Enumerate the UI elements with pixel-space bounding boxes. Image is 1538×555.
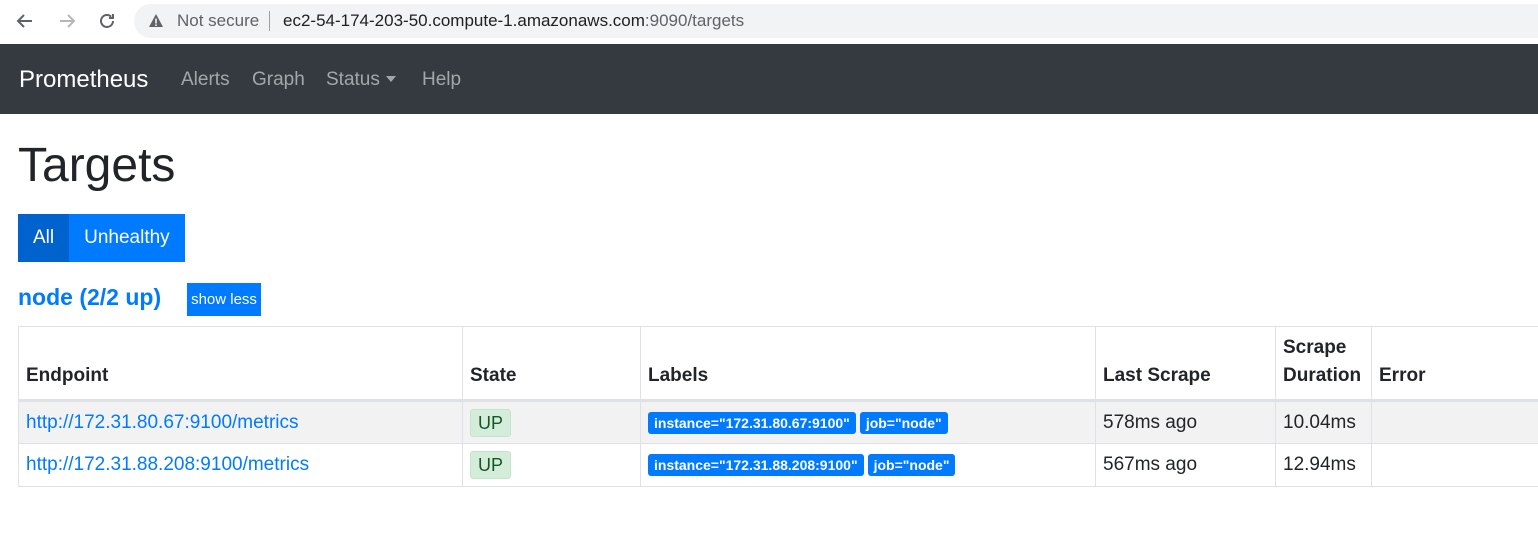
label-badge-job: job="node" bbox=[859, 411, 948, 434]
url-path: :9090/targets bbox=[644, 11, 745, 30]
nav-help[interactable]: Help bbox=[422, 69, 461, 91]
nav-alerts[interactable]: Alerts bbox=[181, 69, 230, 91]
reload-icon bbox=[100, 14, 114, 28]
state-badge: UP bbox=[470, 408, 512, 437]
endpoint-cell: http://172.31.88.208:9100/metrics bbox=[18, 443, 463, 487]
url-host: ec2-54-174-203-50.compute-1.amazonaws.co… bbox=[283, 11, 645, 30]
state-cell: UP bbox=[462, 400, 641, 444]
filter-all-button[interactable]: All bbox=[18, 214, 70, 262]
targets-table: Endpoint State Labels Last Scrape Scrape… bbox=[18, 326, 1538, 487]
browser-toolbar: Not secure ec2-54-174-203-50.compute-1.a… bbox=[0, 0, 1538, 44]
nav-status-label: Status bbox=[326, 69, 380, 90]
endpoint-link[interactable]: http://172.31.80.67:9100/metrics bbox=[26, 412, 299, 433]
filter-unhealthy-button[interactable]: Unhealthy bbox=[69, 214, 185, 262]
error-cell bbox=[1371, 443, 1538, 487]
address-divider bbox=[269, 11, 270, 31]
label-badge-instance: instance="172.31.80.67:9100" bbox=[648, 411, 856, 434]
labels-cell: instance="172.31.80.67:9100" job="node" bbox=[640, 400, 1096, 444]
nav-status[interactable]: Status bbox=[326, 69, 396, 91]
security-status: Not secure bbox=[177, 11, 260, 30]
arrow-left-icon bbox=[16, 14, 32, 28]
top-navbar: Prometheus Alerts Graph Status Help bbox=[0, 44, 1538, 114]
filter-button-group: All Unhealthy bbox=[18, 214, 185, 262]
endpoint-link[interactable]: http://172.31.88.208:9100/metrics bbox=[26, 454, 309, 475]
warning-icon bbox=[149, 14, 163, 27]
brand-link[interactable]: Prometheus bbox=[19, 66, 148, 94]
state-badge: UP bbox=[470, 451, 512, 479]
arrow-right-icon bbox=[60, 14, 76, 28]
url-text[interactable]: ec2-54-174-203-50.compute-1.amazonaws.co… bbox=[283, 12, 744, 30]
header-error: Error bbox=[1371, 326, 1538, 402]
table-header-row: Endpoint State Labels Last Scrape Scrape… bbox=[18, 326, 1538, 402]
show-less-button[interactable]: show less bbox=[187, 283, 261, 316]
table-row: http://172.31.80.67:9100/metrics UP inst… bbox=[18, 400, 1538, 444]
address-bar[interactable]: Not secure ec2-54-174-203-50.compute-1.a… bbox=[134, 4, 1538, 38]
header-last-scrape: Last Scrape bbox=[1095, 326, 1276, 402]
header-scrape-duration: Scrape Duration bbox=[1275, 326, 1372, 402]
error-cell bbox=[1371, 400, 1538, 444]
forward-button[interactable] bbox=[54, 8, 80, 34]
endpoint-cell: http://172.31.80.67:9100/metrics bbox=[18, 400, 463, 444]
last-scrape-cell: 567ms ago bbox=[1095, 443, 1276, 487]
labels-cell: instance="172.31.88.208:9100" job="node" bbox=[640, 443, 1096, 487]
scrape-duration-cell: 12.94ms bbox=[1275, 443, 1372, 487]
label-badge-instance: instance="172.31.88.208:9100" bbox=[648, 454, 864, 476]
job-title-link[interactable]: node (2/2 up) bbox=[18, 284, 161, 311]
caret-down-icon bbox=[385, 76, 396, 82]
header-state: State bbox=[462, 326, 641, 402]
scrape-duration-cell: 10.04ms bbox=[1275, 400, 1372, 444]
header-labels: Labels bbox=[640, 326, 1096, 402]
last-scrape-cell: 578ms ago bbox=[1095, 400, 1276, 444]
page-title: Targets bbox=[18, 139, 176, 192]
nav-graph[interactable]: Graph bbox=[252, 69, 305, 91]
reload-button[interactable] bbox=[94, 8, 120, 34]
back-button[interactable] bbox=[12, 8, 38, 34]
table-row: http://172.31.88.208:9100/metrics UP ins… bbox=[18, 443, 1538, 487]
state-cell: UP bbox=[462, 443, 641, 487]
header-endpoint: Endpoint bbox=[18, 326, 463, 402]
label-badge-job: job="node" bbox=[867, 454, 956, 476]
